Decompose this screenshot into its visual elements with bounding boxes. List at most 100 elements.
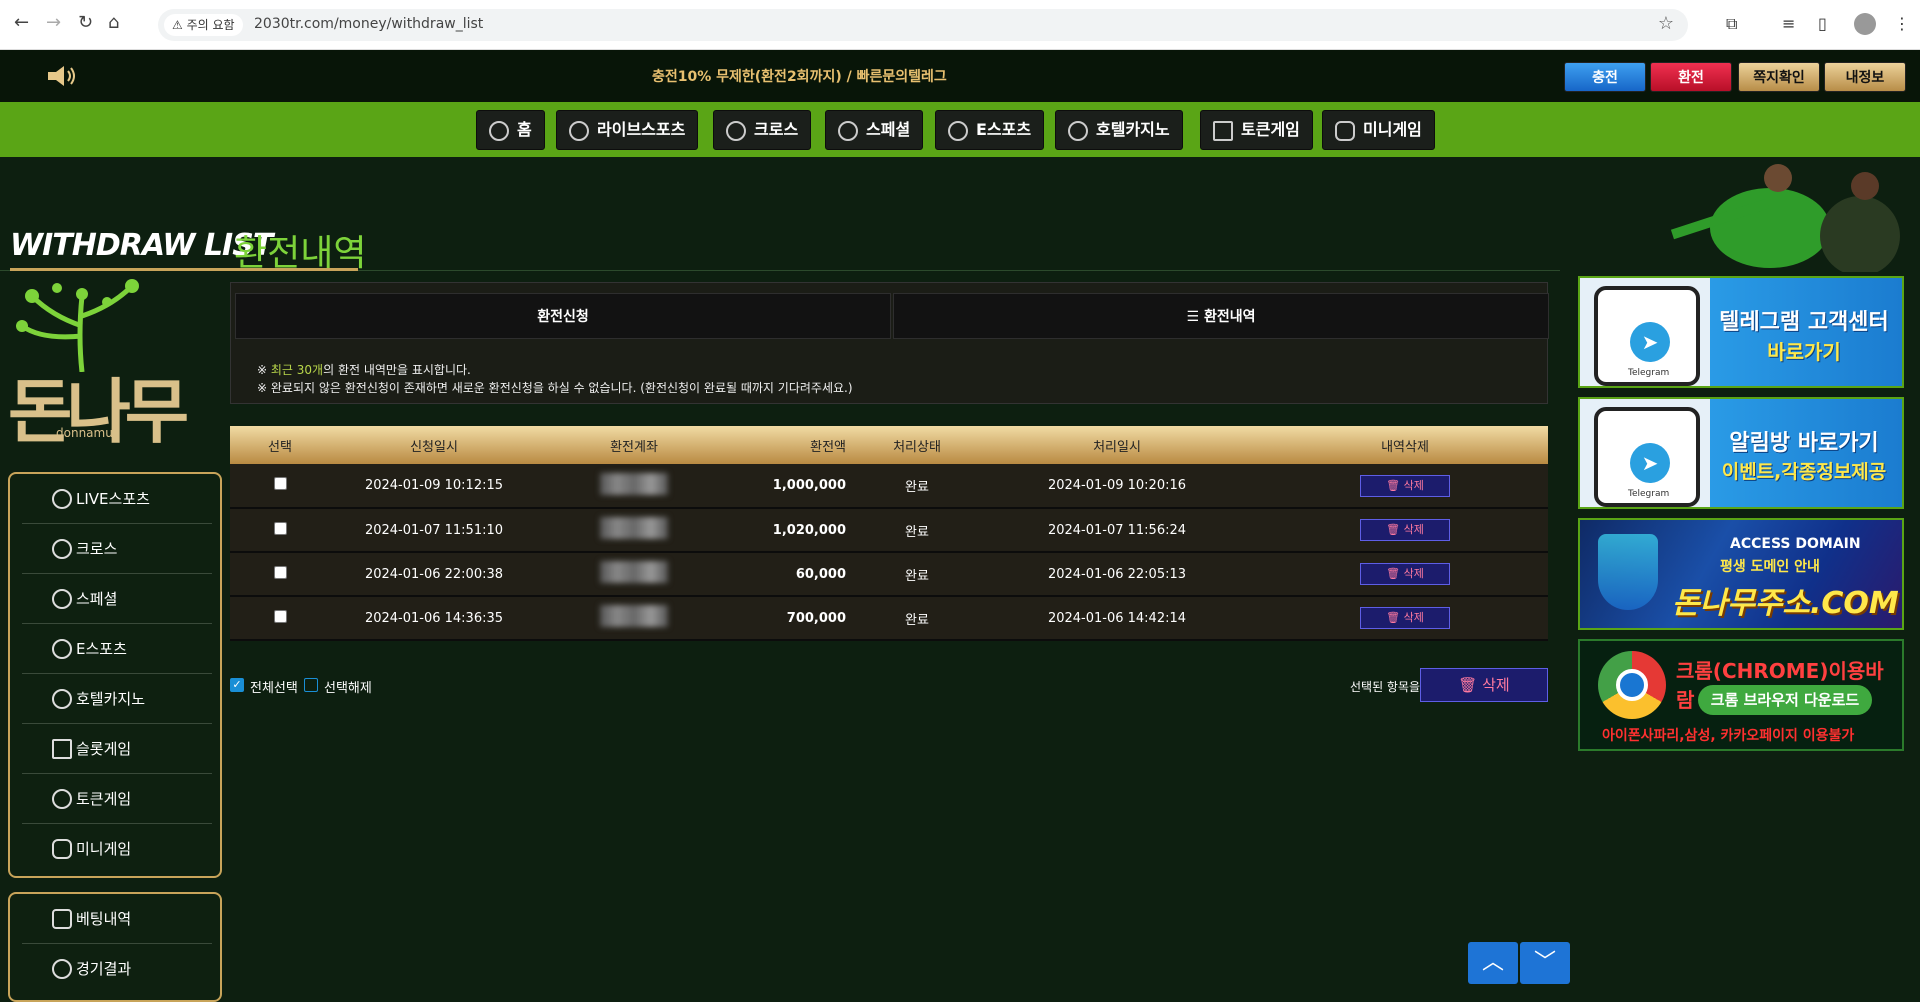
blurred-account xyxy=(600,561,668,583)
sidebar-item-token-game[interactable]: 토큰게임 xyxy=(22,774,212,824)
message-check-button[interactable]: 쪽지확인 xyxy=(1738,62,1820,92)
soccer-ball-icon xyxy=(569,121,589,141)
sidebar-item-betting-history[interactable]: 베팅내역 xyxy=(22,894,212,944)
sidebar-item-results[interactable]: 경기결과 xyxy=(22,944,212,994)
results-icon xyxy=(52,959,72,979)
sidebar-item-slot-game[interactable]: 슬롯게임 xyxy=(22,724,212,774)
menu-label: E스포츠 xyxy=(976,120,1032,139)
address-bar[interactable]: ⚠ 주의 요함 2030tr.com/money/withdraw_list ☆ xyxy=(158,9,1688,41)
selected-items-label: 선택된 항목을 xyxy=(1350,680,1421,694)
sidebar-item-live-sports[interactable]: LIVE스포츠 xyxy=(22,474,212,524)
menu-live-sports[interactable]: 라이브스포츠 xyxy=(556,110,699,150)
menu-home[interactable]: 홈 xyxy=(476,110,545,150)
sidebar-item-hotel-casino[interactable]: 호텔카지노 xyxy=(22,674,212,724)
row-checkbox-cell xyxy=(230,552,330,597)
site-logo[interactable]: 돈나무 donnamu xyxy=(4,276,230,464)
row-delete-button[interactable]: 🗑 삭제 xyxy=(1360,474,1450,497)
exchange-button[interactable]: 환전 xyxy=(1650,62,1732,92)
charge-button[interactable]: 충전 xyxy=(1564,62,1646,92)
selection-bar: ✓ 전체선택 선택해제 선택된 항목을 🗑 삭제 xyxy=(230,668,1548,704)
sidepanel-icon[interactable]: ▯ xyxy=(1818,14,1827,33)
deselect-label[interactable]: 선택해제 xyxy=(324,677,372,696)
status: 완료 xyxy=(862,464,972,509)
telegram-icon: ➤ xyxy=(1630,322,1670,362)
tab-withdraw-request[interactable]: 환전신청 xyxy=(235,293,891,339)
row-checkbox[interactable] xyxy=(273,565,287,579)
table-row: 2024-01-07 11:51:10 1,020,000 완료 2024-01… xyxy=(230,508,1548,553)
casino-chip-icon xyxy=(52,689,72,709)
sidebar-item-cross[interactable]: 크로스 xyxy=(22,524,212,574)
media-icon[interactable]: ≡ xyxy=(1782,14,1795,33)
profile-avatar[interactable] xyxy=(1854,13,1876,35)
back-icon[interactable]: ← xyxy=(14,12,29,33)
select-all-label[interactable]: 전체선택 xyxy=(250,677,298,696)
requested-at: 2024-01-07 11:51:10 xyxy=(330,508,538,553)
esports-icon xyxy=(52,639,72,659)
tab-withdraw-history[interactable]: ☰ 환전내역 xyxy=(893,293,1549,339)
home-icon[interactable]: ⌂ xyxy=(108,12,119,33)
row-checkbox-cell xyxy=(230,596,330,641)
delete-selected-button[interactable]: 🗑 삭제 xyxy=(1420,668,1548,702)
col-delete: 내역삭제 xyxy=(1262,426,1548,464)
col-processed: 처리일시 xyxy=(972,426,1262,464)
row-checkbox[interactable] xyxy=(273,609,287,623)
reload-icon[interactable]: ↻ xyxy=(78,12,93,33)
menu-esports[interactable]: E스포츠 xyxy=(935,110,1045,150)
menu-dots-icon[interactable]: ⋮ xyxy=(1894,14,1910,33)
domain-banner[interactable]: ACCESS DOMAIN 평생 도메인 안내 돈나무주소.COM xyxy=(1578,518,1904,630)
notice-line-1: ※ 최근 30개의 환전 내역만을 표시합니다. xyxy=(257,361,471,378)
col-account: 환전계좌 xyxy=(538,426,730,464)
menu-label: 스페셜 xyxy=(866,120,911,139)
chrome-download-button[interactable]: 크롬 브라우저 다운로드 xyxy=(1698,685,1872,715)
chrome-icon xyxy=(1598,651,1666,719)
row-checkbox[interactable] xyxy=(273,521,287,535)
sidebar-item-mini-game[interactable]: 미니게임 xyxy=(22,824,212,874)
sidebar-item-esports[interactable]: E스포츠 xyxy=(22,624,212,674)
menu-token-game[interactable]: 토큰게임 xyxy=(1200,110,1313,150)
scroll-down-button[interactable]: ﹀ xyxy=(1520,942,1570,984)
basketball-icon xyxy=(726,121,746,141)
volleyball-icon xyxy=(52,589,72,609)
slot-icon xyxy=(1213,121,1233,141)
status: 완료 xyxy=(862,508,972,553)
blurred-account xyxy=(600,472,668,495)
withdraw-table: 선택 신청일시 환전계좌 환전액 처리상태 처리일시 내역삭제 2024-01-… xyxy=(230,426,1548,641)
forward-icon[interactable]: → xyxy=(46,12,61,33)
my-info-button[interactable]: 내정보 xyxy=(1824,62,1906,92)
row-delete-button[interactable]: 🗑 삭제 xyxy=(1360,519,1450,541)
scroll-up-button[interactable]: ︿ xyxy=(1468,942,1518,984)
col-status: 처리상태 xyxy=(862,426,972,464)
row-delete-button[interactable]: 🗑 삭제 xyxy=(1360,607,1450,629)
trash-icon: 🗑 xyxy=(1386,478,1404,492)
banner-chrome-note: 아이폰사파리,삼성, 카카오페이지 이용불가 xyxy=(1602,728,1855,744)
menu-special[interactable]: 스페셜 xyxy=(825,110,924,150)
menu-mini-game[interactable]: 미니게임 xyxy=(1322,110,1435,150)
blurred-account xyxy=(600,517,668,539)
menu-hotel-casino[interactable]: 호텔카지노 xyxy=(1055,110,1183,150)
table-row: 2024-01-06 14:36:35 700,000 완료 2024-01-0… xyxy=(230,596,1548,641)
row-delete-button[interactable]: 🗑 삭제 xyxy=(1360,563,1450,585)
sidebar-menu: LIVE스포츠 크로스 스페셜 E스포츠 호텔카지노 슬롯게임 토큰게임 미니게… xyxy=(8,472,222,878)
delete-cell: 🗑 삭제 xyxy=(1262,552,1548,597)
chrome-banner[interactable]: 크롬(CHROME)이용바람 크롬 브라우저 다운로드 아이폰사파리,삼성, 카… xyxy=(1578,639,1904,751)
telegram-support-banner[interactable]: ➤ Telegram 텔레그램 고객센터 바로가기 xyxy=(1578,276,1904,388)
banner-subtitle: 이벤트,각종정보제공 xyxy=(1721,461,1887,483)
telegram-notice-banner[interactable]: ➤ Telegram 알림방 바로가기 이벤트,각종정보제공 xyxy=(1578,397,1904,509)
sidebar-item-special[interactable]: 스페셜 xyxy=(22,574,212,624)
table-row: 2024-01-06 22:00:38 60,000 완료 2024-01-06… xyxy=(230,552,1548,597)
withdraw-tab-panel: 환전신청 ☰ 환전내역 ※ 최근 30개의 환전 내역만을 표시합니다. ※ 완… xyxy=(230,282,1549,404)
notice-highlight: 최근 30개 xyxy=(270,363,324,377)
menu-cross[interactable]: 크로스 xyxy=(713,110,812,150)
bookmark-star-icon[interactable]: ☆ xyxy=(1658,13,1674,34)
delete-cell: 🗑 삭제 xyxy=(1262,508,1548,553)
sidebar-item-label: E스포츠 xyxy=(76,640,127,658)
security-warning[interactable]: ⚠ 주의 요함 xyxy=(164,14,243,36)
banner-title: 텔레그램 고객센터 xyxy=(1719,310,1889,335)
trash-icon: 🗑 xyxy=(1386,611,1404,624)
deselect-checkbox[interactable] xyxy=(304,678,318,692)
row-checkbox[interactable] xyxy=(273,477,287,490)
betting-icon xyxy=(52,909,72,929)
select-all-checkbox[interactable]: ✓ xyxy=(230,678,244,692)
extensions-icon[interactable]: ⧉ xyxy=(1726,14,1737,34)
blurred-account xyxy=(600,605,668,627)
